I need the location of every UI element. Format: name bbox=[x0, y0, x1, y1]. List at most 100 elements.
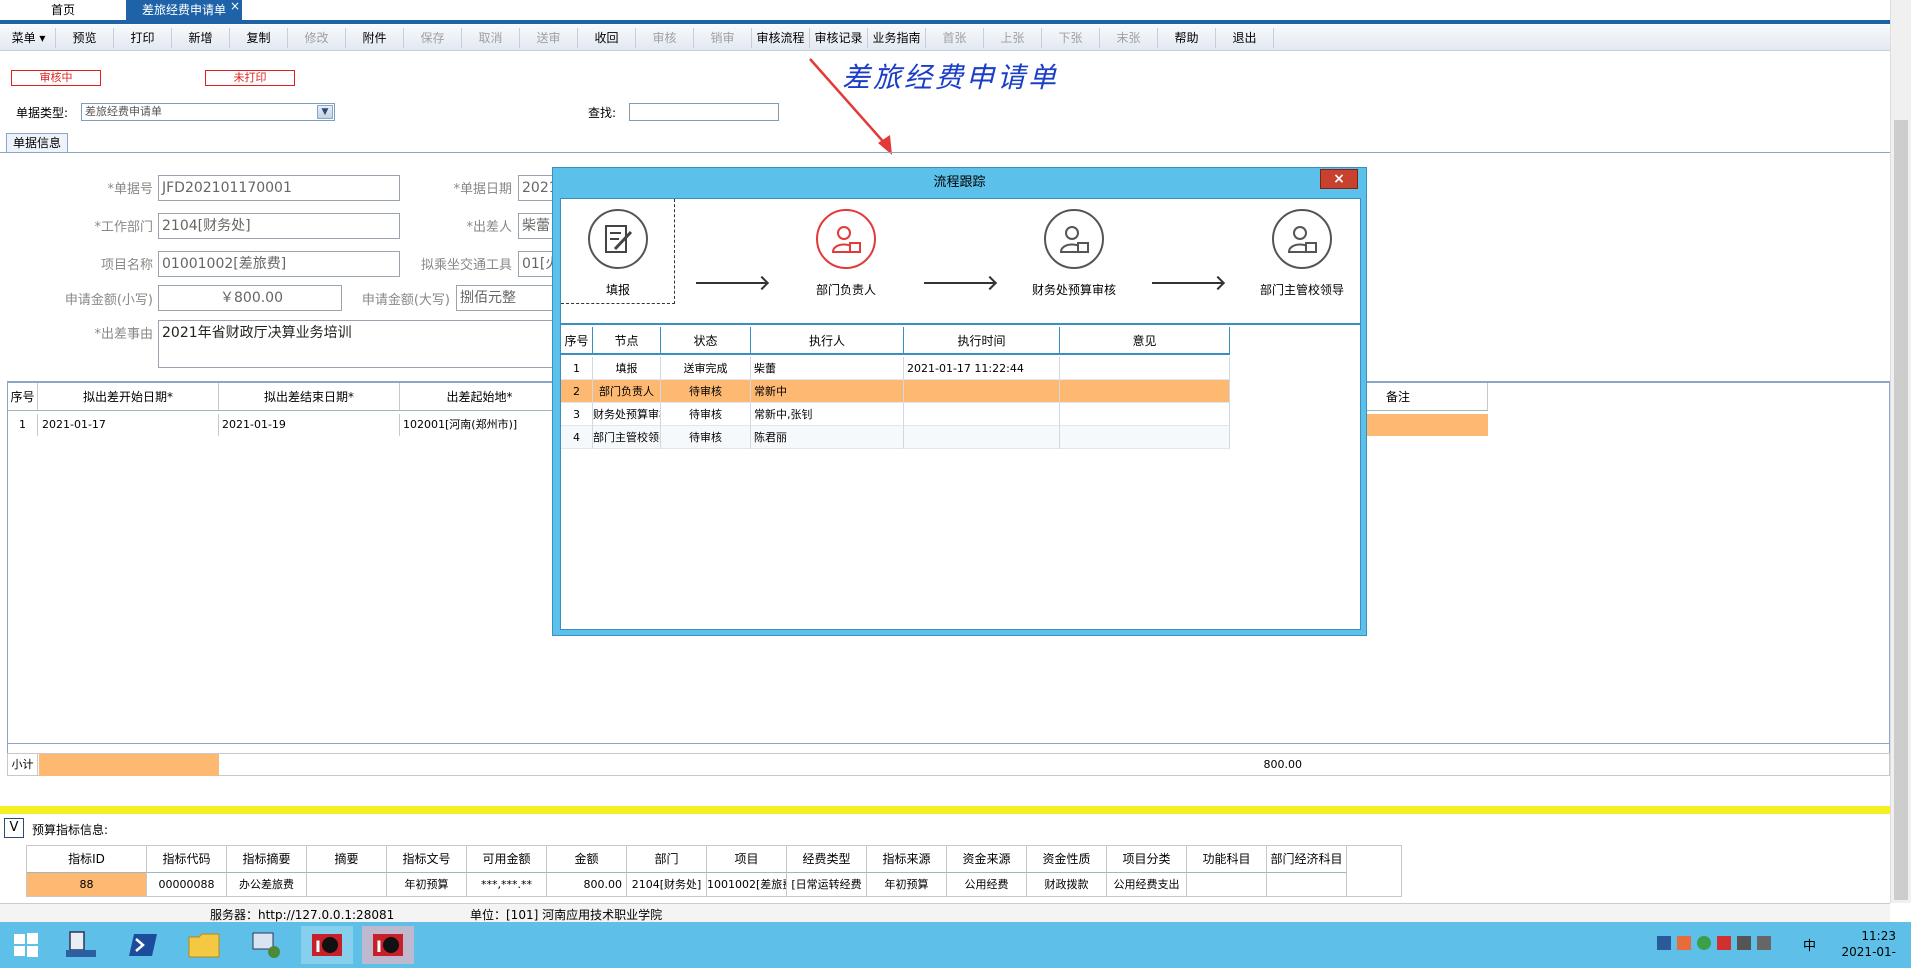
tray-device-icon[interactable] bbox=[1737, 936, 1751, 950]
tab-travel-application[interactable]: 差旅经费申请单 × bbox=[126, 0, 242, 20]
budget-cell-7[interactable]: 2104[财务处] bbox=[627, 873, 707, 896]
step-dept-head[interactable]: 部门负责人 bbox=[766, 209, 926, 298]
workflow-cell[interactable] bbox=[1060, 380, 1230, 403]
workflow-cell[interactable] bbox=[904, 403, 1060, 426]
workflow-cell[interactable]: 填报 bbox=[593, 357, 661, 380]
workflow-header-0: 序号 bbox=[561, 327, 593, 355]
ime-indicator[interactable]: 中 bbox=[1803, 935, 1816, 954]
workflow-cell[interactable]: 财务处预算审核 bbox=[593, 403, 661, 426]
tray-app-icon[interactable] bbox=[1677, 936, 1691, 950]
budget-cell-1[interactable]: 00000088 bbox=[147, 873, 227, 896]
step-finance-review[interactable]: 财务处预算审核 bbox=[994, 209, 1154, 298]
doc-type-select[interactable]: 差旅经费申请单 ▼ bbox=[81, 103, 335, 121]
start-button[interactable] bbox=[0, 926, 52, 964]
workflow-cell[interactable] bbox=[1060, 403, 1230, 426]
toolbar-button-17: 上张 bbox=[984, 28, 1042, 48]
clock[interactable]: 11:23 2021-01- bbox=[1836, 928, 1896, 960]
tray-network-icon[interactable] bbox=[1657, 936, 1671, 950]
tray-shield-icon[interactable] bbox=[1697, 936, 1711, 950]
workflow-cell[interactable]: 常新中,张钊 bbox=[751, 403, 904, 426]
toolbar-button-4[interactable]: 复制 bbox=[230, 28, 288, 48]
workflow-cell[interactable] bbox=[1060, 357, 1230, 380]
doc-no-field[interactable]: JFD202101170001 bbox=[158, 175, 400, 201]
workflow-cell[interactable]: 部门负责人 bbox=[593, 380, 661, 403]
doc-date-field[interactable]: 2021 bbox=[518, 175, 554, 201]
workflow-cell[interactable]: 送审完成 bbox=[661, 357, 751, 380]
budget-cell-2[interactable]: 办公差旅费 bbox=[227, 873, 307, 896]
step-fill[interactable]: 填报 bbox=[538, 209, 698, 298]
budget-cell-6[interactable]: 800.00 bbox=[547, 873, 627, 896]
workflow-cell[interactable]: 常新中 bbox=[751, 380, 904, 403]
workflow-cell[interactable]: 2 bbox=[561, 380, 593, 403]
workflow-cell[interactable]: 待审核 bbox=[661, 380, 751, 403]
workflow-cell[interactable]: 1 bbox=[561, 357, 593, 380]
row-end-date[interactable]: 2021-01-19 bbox=[219, 414, 400, 436]
grid-header-start: 拟出差开始日期* bbox=[38, 383, 219, 411]
budget-cell-8[interactable]: 1001002[差旅费] bbox=[707, 873, 787, 896]
folder-icon[interactable] bbox=[178, 926, 230, 964]
tab-close-icon[interactable]: × bbox=[230, 0, 240, 16]
dialog-close-button[interactable]: × bbox=[1320, 169, 1358, 189]
toolbar-button-20[interactable]: 帮助 bbox=[1158, 28, 1216, 48]
dept-field[interactable]: 2104[财务处] bbox=[158, 213, 400, 239]
vertical-scrollbar[interactable] bbox=[1890, 0, 1911, 903]
chevron-down-icon[interactable]: ▼ bbox=[317, 105, 333, 119]
workflow-cell[interactable]: 部门主管校领导 bbox=[593, 426, 661, 449]
toolbar-button-1[interactable]: 预览 bbox=[56, 28, 114, 48]
scrollbar-thumb[interactable] bbox=[1894, 120, 1908, 900]
budget-cell-9[interactable]: [日常运转经费 bbox=[787, 873, 867, 896]
tab-home[interactable]: 首页 bbox=[40, 0, 86, 20]
powershell-icon[interactable] bbox=[117, 926, 169, 964]
workflow-cell[interactable]: 陈君丽 bbox=[751, 426, 904, 449]
budget-cell-11[interactable]: 公用经费 bbox=[947, 873, 1027, 896]
toolbar: 菜单 ▾ 预览 打印 新增 复制 修改 附件 保存 取消 送审 收回 审核 销审 审核流程 审核记录 业务指南… bbox=[0, 25, 1890, 51]
toolbar-button-2[interactable]: 打印 bbox=[114, 28, 172, 48]
toolbar-button-15[interactable]: 业务指南 bbox=[868, 28, 926, 48]
tray-volume-icon[interactable] bbox=[1757, 936, 1771, 950]
project-field[interactable]: 01001002[差旅费] bbox=[158, 251, 400, 277]
budget-toggle-button[interactable]: V bbox=[4, 818, 24, 838]
workflow-cell[interactable] bbox=[1060, 426, 1230, 449]
amount-small-field[interactable]: ￥800.00 bbox=[158, 285, 342, 311]
workflow-cell[interactable]: 待审核 bbox=[661, 403, 751, 426]
budget-cell-0[interactable]: 88 bbox=[27, 873, 147, 896]
workflow-cell[interactable]: 4 bbox=[561, 426, 593, 449]
workflow-cell[interactable]: 2021-01-17 11:22:44 bbox=[904, 357, 1060, 380]
workflow-cell[interactable] bbox=[904, 380, 1060, 403]
budget-header-9: 经费类型 bbox=[787, 846, 867, 873]
budget-cell-10[interactable]: 年初预算 bbox=[867, 873, 947, 896]
workflow-steps: 填报 部门负责人 财务处预算审核 部门主管校领导 bbox=[561, 199, 1360, 325]
search-input[interactable] bbox=[629, 103, 779, 121]
finance-app-active-icon[interactable]: I bbox=[362, 926, 414, 964]
budget-cell-12[interactable]: 财政拨款 bbox=[1027, 873, 1107, 896]
budget-cell-5[interactable]: ***,***.** bbox=[467, 873, 547, 896]
user-approve-icon bbox=[1044, 209, 1104, 269]
subtotal-value: 800.00 bbox=[1263, 758, 1303, 771]
workflow-cell[interactable]: 柴蕾 bbox=[751, 357, 904, 380]
toolbar-button-0[interactable]: 菜单 ▾ bbox=[2, 28, 56, 48]
tray-alert-icon[interactable] bbox=[1717, 936, 1731, 950]
budget-cell-14[interactable] bbox=[1187, 873, 1267, 896]
workflow-cell[interactable]: 待审核 bbox=[661, 426, 751, 449]
workflow-cell[interactable]: 3 bbox=[561, 403, 593, 426]
row-start-date[interactable]: 2021-01-17 bbox=[39, 414, 219, 436]
finance-app-icon[interactable]: I bbox=[301, 926, 353, 964]
toolbar-button-21[interactable]: 退出 bbox=[1216, 28, 1274, 48]
row-origin[interactable]: 102001[河南(郑州市)] bbox=[400, 414, 560, 436]
tab-doc-info[interactable]: 单据信息 bbox=[6, 133, 69, 153]
toolbar-button-3[interactable]: 新增 bbox=[172, 28, 230, 48]
budget-cell-15[interactable] bbox=[1267, 873, 1347, 896]
network-tool-icon[interactable] bbox=[240, 926, 292, 964]
server-manager-icon[interactable] bbox=[55, 926, 107, 964]
budget-cell-13[interactable]: 公用经费支出 bbox=[1107, 873, 1187, 896]
toolbar-button-14[interactable]: 审核记录 bbox=[810, 28, 868, 48]
workflow-cell[interactable] bbox=[904, 426, 1060, 449]
budget-cell-3[interactable] bbox=[307, 873, 387, 896]
workflow-table: 序号 节点 状态 执行人 执行时间 意见 1 填报 送审完成 柴蕾 2021-01-17 11:22… bbox=[561, 327, 1360, 467]
budget-cell-4[interactable]: 年初预算 bbox=[387, 873, 467, 896]
toolbar-button-10[interactable]: 收回 bbox=[578, 28, 636, 48]
toolbar-button-13[interactable]: 审核流程 bbox=[752, 28, 810, 48]
reason-textarea[interactable]: 2021年省财政厅决算业务培训 bbox=[158, 320, 554, 368]
step-leader[interactable]: 部门主管校领导 bbox=[1222, 209, 1382, 298]
toolbar-button-6[interactable]: 附件 bbox=[346, 28, 404, 48]
